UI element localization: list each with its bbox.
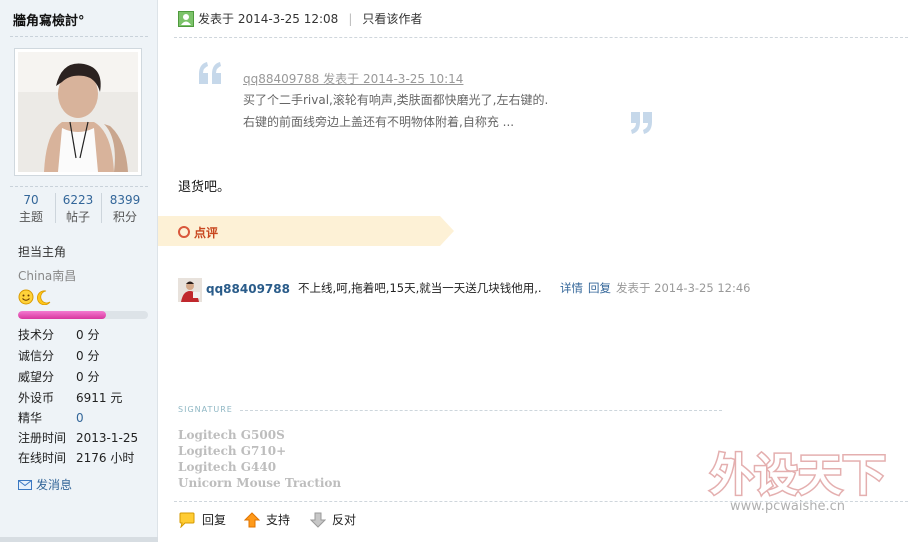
oppose-button[interactable]: 反对 [310,511,356,528]
sidebar-bottom-bar [0,537,158,542]
speech-bubble-icon [179,512,195,528]
moon-icon [36,290,51,305]
signature-line: Logitech G440 [178,460,277,474]
online-user-icon [178,10,194,27]
stat-posts[interactable]: 6223 帖子 [58,192,98,226]
commenter-avatar[interactable] [178,278,202,302]
signature-line: Logitech G710+ [178,444,287,458]
info-value: 6911 元 [76,391,123,405]
divider [10,186,148,187]
divider [101,193,102,223]
info-value[interactable]: 0 [76,410,84,426]
signature-line: Logitech G500S [178,428,285,442]
comment-detail-link[interactable]: 详情 [560,280,583,296]
level-progress-bar [18,311,148,319]
quote-text-line: 右键的前面线旁边上盖还有不明物体附着,自称充 ... [243,115,515,129]
level-progress-fill [18,311,107,319]
avatar[interactable] [14,48,142,176]
info-label: 精华 [18,411,43,425]
signature-label: SIGNATURE [178,405,233,414]
stat-threads[interactable]: 70 主题 [11,192,51,226]
info-label: 诚信分 [18,349,55,363]
stat-value[interactable]: 6223 [58,192,98,208]
post-header: 发表于 2014-3-25 12:08 | 只看该作者 [178,10,422,27]
user-location: China南昌 [18,269,77,283]
stat-value[interactable]: 70 [11,192,51,208]
comment-text: 不上线,呵,拖着吧,15天,就当一天送几块钱他用,. [298,281,542,295]
divider [55,193,56,223]
separator: | [348,11,353,26]
divider [174,501,908,502]
reply-button[interactable]: 回复 [178,511,226,528]
info-value: 0 分 [76,328,100,342]
comment-section-title: 点评 [194,226,219,240]
smiley-icon [18,289,34,305]
avatar-image [18,52,138,172]
reply-label[interactable]: 回复 [202,511,226,528]
info-value: 0 分 [76,349,100,363]
comment-time: 发表于 2014-3-25 12:46 [616,281,751,295]
quote-source-link[interactable]: qq88409788 发表于 2014-3-25 10:14 [243,70,463,87]
user-rank[interactable]: 担当主角 [18,243,66,260]
watermark-logo-text: 外设天下 [710,450,886,500]
stat-credits[interactable]: 8399 积分 [105,192,145,226]
watermark-logo: 外设天下 [709,449,888,501]
send-message-label[interactable]: 发消息 [36,476,72,493]
stat-value[interactable]: 8399 [105,192,145,208]
info-value: 2176 小时 [76,451,135,465]
info-label: 外设币 [18,391,55,405]
divider [174,37,908,38]
author-name[interactable]: 牆角寫檢討° [13,10,85,29]
support-button[interactable]: 支持 [244,511,290,528]
info-value: 0 分 [76,370,100,384]
info-label: 注册时间 [18,431,67,445]
send-message-link[interactable]: 发消息 [18,476,72,493]
quote-text-line: 买了个二手rival,滚轮有响声,类肤面都快磨光了,左右键的. [243,93,549,107]
oppose-label[interactable]: 反对 [332,511,356,528]
close-quote-icon [631,112,652,134]
stat-label: 积分 [112,210,137,224]
open-quote-icon [199,62,221,84]
divider [10,36,148,37]
post-body-text: 退货吧。 [178,180,231,195]
envelope-icon [18,479,32,490]
medal-icons[interactable] [18,289,52,305]
signature-divider [240,410,722,411]
arrow-up-icon [244,511,260,527]
stat-label: 帖子 [65,210,90,224]
info-label: 在线时间 [18,451,67,465]
commenter-name-link[interactable]: qq88409788 [206,282,290,296]
only-author-link[interactable]: 只看该作者 [362,10,422,27]
signature-line: Unicorn Mouse Traction [178,476,342,490]
support-label[interactable]: 支持 [266,511,290,528]
comment-reply-link[interactable]: 回复 [588,280,611,296]
info-label: 技术分 [18,328,55,342]
author-sidebar: 牆角寫檢討° 70 主题 6223 帖子 8399 积分 担当主角 China南… [0,0,158,542]
stat-label: 主题 [18,210,43,224]
info-value: 2013-1-25 [76,431,139,445]
comment-circle-icon [178,226,190,238]
post-time: 发表于 2014-3-25 12:08 [198,12,339,26]
info-label: 威望分 [18,370,55,384]
arrow-down-icon [310,512,326,528]
